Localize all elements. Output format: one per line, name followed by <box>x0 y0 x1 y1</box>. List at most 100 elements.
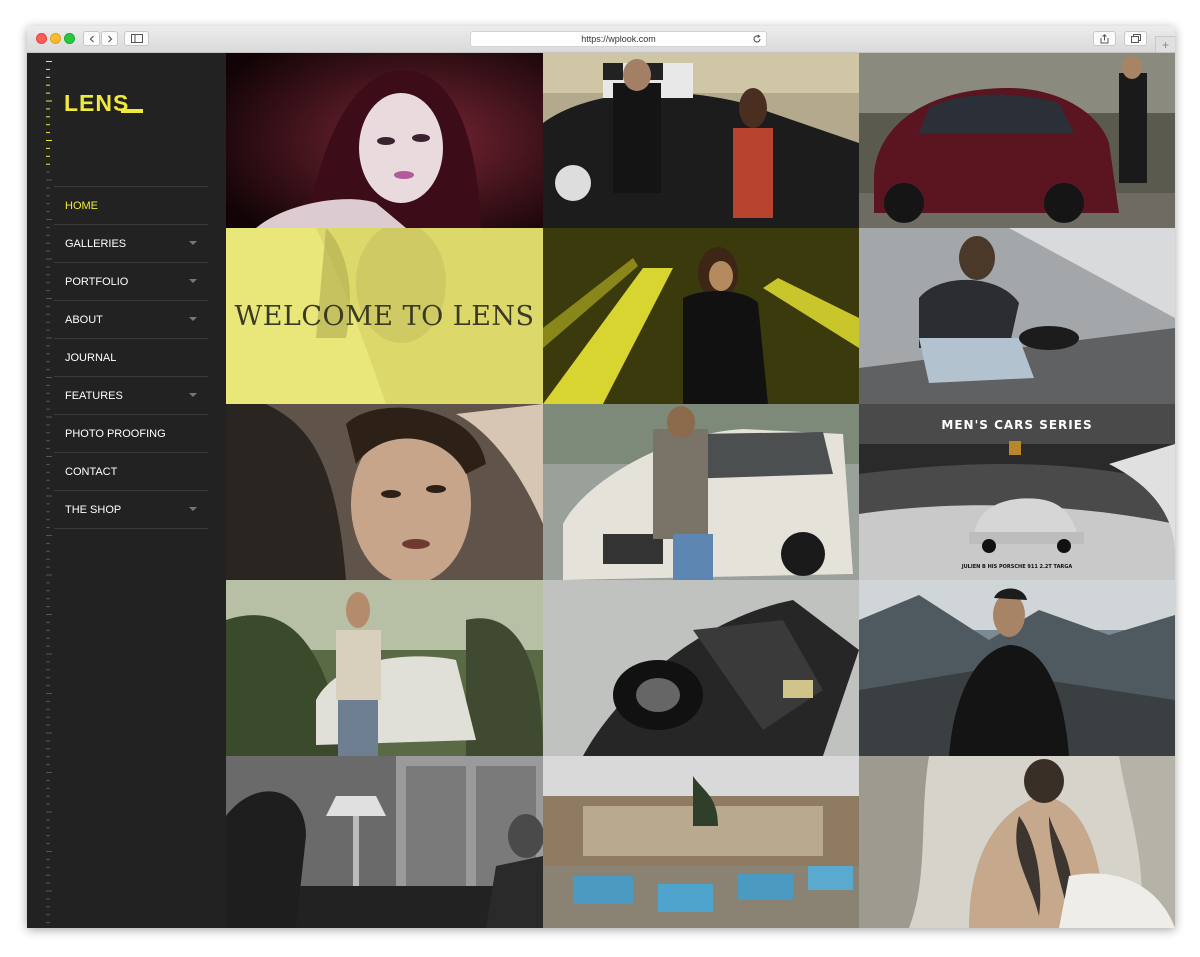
ruler-tick <box>46 606 50 608</box>
ruler-tick <box>46 779 50 781</box>
ruler-tick <box>46 369 50 371</box>
ruler-tick <box>46 100 52 102</box>
ruler-tick <box>46 68 50 70</box>
reload-icon[interactable] <box>752 34 762 44</box>
nav-item-journal[interactable]: JOURNAL <box>54 339 208 377</box>
ruler-tick <box>46 400 50 402</box>
gallery-tile-red-suv[interactable] <box>859 53 1175 228</box>
main-navigation: HOME GALLERIES PORTFOLIO ABOUT JOURNAL F… <box>54 186 208 529</box>
ruler-tick <box>46 195 50 197</box>
gallery-tile-car-couple[interactable] <box>543 53 859 228</box>
ruler-tick <box>46 748 50 750</box>
new-tab-button[interactable]: + <box>1155 36 1175 52</box>
welcome-heading: WELCOME TO LENS <box>234 300 535 332</box>
gallery-tile-woman-portrait[interactable] <box>226 53 543 228</box>
ruler-tick <box>46 827 50 829</box>
back-button[interactable] <box>83 31 100 46</box>
photo-man-mountains <box>859 580 1175 756</box>
gallery-tile-bw-interior[interactable] <box>226 756 543 928</box>
promo-tile-mens-cars-series[interactable]: MEN'S CARS SERIES JULIEN B HIS PORSCHE 9… <box>859 404 1175 580</box>
nav-label: PHOTO PROOFING <box>65 427 166 440</box>
gallery-tile-man-bmw[interactable] <box>543 404 859 580</box>
ruler-decoration <box>46 61 52 924</box>
ruler-tick <box>46 424 50 426</box>
ruler-tick <box>46 906 50 908</box>
plus-icon: + <box>1161 37 1169 52</box>
gallery-tile-leather-jacket-woman[interactable] <box>859 228 1175 404</box>
ruler-tick <box>46 866 50 868</box>
zoom-window-button[interactable] <box>64 33 75 44</box>
ruler-tick <box>46 242 50 244</box>
ruler-tick <box>46 653 52 655</box>
sidebar-toggle-button[interactable] <box>124 31 149 46</box>
promo-title: MEN'S CARS SERIES <box>941 418 1093 432</box>
photo-tattooed-back <box>859 756 1175 928</box>
nav-item-about[interactable]: ABOUT <box>54 301 208 339</box>
gallery-tile-flipped-car[interactable] <box>543 580 859 756</box>
ruler-tick <box>46 693 52 694</box>
browser-window: https://wplook.com + LENS HOME GALLERIES… <box>27 26 1175 928</box>
logo-text: LENS <box>64 90 130 116</box>
show-tabs-button[interactable] <box>1124 31 1147 46</box>
ruler-tick <box>46 772 52 773</box>
gallery-tile-neon-corridor[interactable] <box>543 228 859 404</box>
nav-label: FEATURES <box>65 389 123 402</box>
gallery-tile-tattooed-back[interactable] <box>859 756 1175 928</box>
ruler-tick <box>46 298 52 299</box>
browser-toolbar: https://wplook.com + <box>27 26 1175 53</box>
ruler-tick <box>46 187 50 189</box>
nav-item-contact[interactable]: CONTACT <box>54 453 208 491</box>
ruler-tick <box>46 92 50 94</box>
address-bar[interactable]: https://wplook.com <box>470 31 767 47</box>
ruler-tick <box>46 582 50 584</box>
ruler-tick <box>46 803 50 805</box>
ruler-tick <box>46 574 52 576</box>
welcome-tile[interactable]: WELCOME TO LENS <box>226 228 543 404</box>
ruler-tick <box>46 787 50 789</box>
ruler-tick <box>46 440 50 442</box>
ruler-tick <box>46 337 52 339</box>
ruler-tick <box>46 147 50 149</box>
nav-item-galleries[interactable]: GALLERIES <box>54 225 208 263</box>
url-text: https://wplook.com <box>581 34 656 44</box>
photo-car-underside <box>543 580 859 756</box>
nav-item-photo-proofing[interactable]: PHOTO PROOFING <box>54 415 208 453</box>
gallery-tile-blue-cars-street[interactable] <box>543 756 859 928</box>
promo-subtitle: JULIEN B HIS PORSCHE 911 2.2T TARGA <box>961 564 1073 570</box>
ruler-tick <box>46 258 52 260</box>
ruler-tick <box>46 203 50 205</box>
ruler-tick <box>46 61 52 62</box>
ruler-tick <box>46 463 50 465</box>
ruler-tick <box>46 740 50 742</box>
chevron-down-icon <box>189 507 197 511</box>
ruler-tick <box>46 621 50 623</box>
close-window-button[interactable] <box>36 33 47 44</box>
gallery-tile-man-mountains[interactable] <box>859 580 1175 756</box>
share-button[interactable] <box>1093 31 1116 46</box>
gallery-tile-woman-vintage-car[interactable] <box>226 580 543 756</box>
ruler-tick <box>46 819 50 821</box>
ruler-tick <box>46 535 52 536</box>
forward-button[interactable] <box>101 31 118 46</box>
ruler-tick <box>46 313 50 315</box>
nav-item-features[interactable]: FEATURES <box>54 377 208 415</box>
ruler-tick <box>46 479 50 481</box>
nav-label: GALLERIES <box>65 237 127 250</box>
ruler-tick <box>46 211 50 213</box>
ruler-tick <box>46 661 50 663</box>
nav-item-the-shop[interactable]: THE SHOP <box>54 491 208 529</box>
minimize-window-button[interactable] <box>50 33 61 44</box>
ruler-tick <box>46 116 50 118</box>
chevron-down-icon <box>189 393 197 397</box>
ruler-tick <box>46 274 50 276</box>
ruler-tick <box>46 550 50 552</box>
ruler-tick <box>46 874 50 876</box>
gallery-tile-woman-closeup[interactable] <box>226 404 543 580</box>
nav-label: JOURNAL <box>65 351 117 364</box>
ruler-tick <box>46 756 50 758</box>
ruler-tick <box>46 914 50 916</box>
site-logo[interactable]: LENS <box>64 90 129 117</box>
photo-man-white-bmw <box>543 404 859 580</box>
nav-item-home[interactable]: HOME <box>54 187 208 225</box>
nav-item-portfolio[interactable]: PORTFOLIO <box>54 263 208 301</box>
